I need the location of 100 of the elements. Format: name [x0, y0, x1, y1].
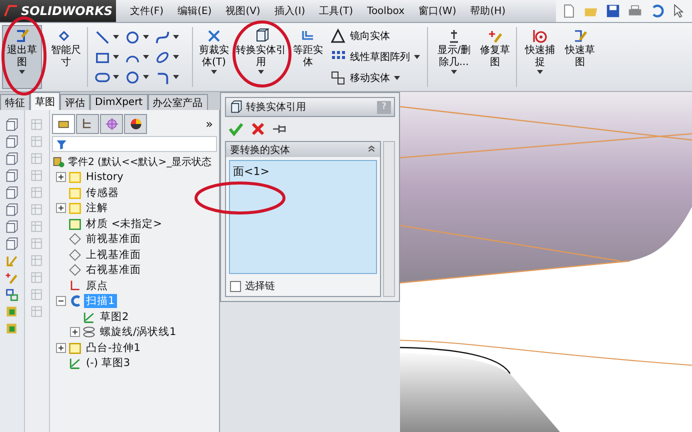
polygon-icon — [125, 70, 140, 84]
app-logo: SOLIDWORKS — [0, 0, 116, 22]
tree-item[interactable]: (-) 草图3 — [84, 356, 132, 370]
tree-item[interactable]: 上视基准面 — [84, 248, 143, 262]
caret-icon — [143, 75, 149, 79]
ribbon-button[interactable]: 快速捕捉 — [520, 25, 560, 89]
filter-icon — [56, 138, 67, 150]
caret-icon — [113, 55, 119, 59]
cube-icon — [5, 152, 19, 166]
collapse-toggle[interactable] — [56, 296, 66, 306]
expand-toggle[interactable] — [56, 342, 66, 353]
caret-icon — [173, 75, 179, 79]
tree-item[interactable]: 传感器 — [84, 186, 121, 200]
feature-tree-tab[interactable] — [52, 114, 75, 134]
faded-table-icon — [30, 203, 44, 217]
faded-table-icon — [30, 288, 44, 302]
caret-icon — [173, 55, 179, 59]
cube-icon — [5, 237, 19, 251]
menu-item[interactable]: 文件(F) — [124, 4, 170, 18]
plane-icon — [68, 263, 82, 278]
ribbon-button[interactable]: 修复草图 — [477, 25, 513, 89]
faded-table-icon — [30, 152, 44, 166]
caret-icon — [113, 35, 119, 39]
annotation-circle — [232, 20, 292, 88]
tree-item[interactable]: 前视基准面 — [84, 232, 143, 246]
tab[interactable]: 评估 — [60, 94, 90, 110]
tree-item[interactable]: 草图2 — [98, 310, 131, 324]
cube-icon — [5, 186, 19, 200]
ribbon-button[interactable]: 镜向实体 — [330, 28, 420, 44]
display-tab[interactable] — [124, 114, 147, 134]
selection-item[interactable]: 面<1> — [233, 164, 373, 179]
tab[interactable]: DimXpert — [90, 94, 148, 110]
menu-item[interactable]: 编辑(E) — [172, 4, 218, 18]
caret-icon — [143, 55, 149, 59]
selection-list[interactable]: 面<1> — [229, 160, 377, 274]
filter-field[interactable] — [52, 136, 217, 152]
caret-icon — [414, 54, 420, 59]
ribbon-button[interactable]: 等距实体 — [290, 25, 326, 89]
target-icon — [532, 28, 548, 44]
ribbon-button[interactable]: 移动实体 — [330, 70, 420, 86]
caret-icon — [394, 76, 400, 80]
property-tab[interactable] — [76, 114, 99, 134]
faded-table-icon — [30, 186, 44, 200]
ribbon-button[interactable]: 剪裁实体(T) — [196, 25, 232, 89]
expand-chevron[interactable]: » — [206, 117, 217, 131]
caret-icon — [451, 70, 457, 74]
block-icon — [5, 305, 19, 319]
ribbon-button[interactable]: 显示/删除几... — [431, 25, 477, 89]
caret-icon — [537, 70, 543, 74]
tree-item[interactable]: 凸台-拉伸1 — [84, 340, 142, 355]
tab[interactable]: 特征 — [0, 94, 30, 110]
cube-icon — [5, 118, 19, 132]
pencil-plus-icon — [487, 28, 503, 44]
tree-item[interactable]: 右视基准面 — [84, 263, 143, 278]
expand-toggle[interactable] — [56, 203, 66, 214]
checkmark-icon — [228, 121, 244, 137]
faded-table-icon — [30, 135, 44, 149]
move-icon — [330, 70, 346, 86]
tree-root[interactable]: 零件2 (默认<<默认>_显示状态 — [68, 154, 212, 169]
tree-item[interactable]: 注解 — [84, 201, 110, 216]
menu-item[interactable]: 工具(T) — [313, 4, 360, 18]
caret-icon — [173, 35, 179, 39]
spline-icon — [155, 30, 170, 44]
ribbon-button[interactable]: 转换实体引用 — [232, 25, 290, 89]
tree-item[interactable]: History — [84, 171, 126, 184]
cube-icon — [5, 135, 19, 149]
sensor-folder-icon — [68, 186, 82, 200]
caret-icon — [211, 70, 217, 74]
menu-item[interactable]: 插入(I) — [268, 4, 312, 18]
smart-dimension-button[interactable]: 智能尺寸 — [48, 25, 84, 89]
caret-icon — [19, 70, 25, 74]
crosshair-icon — [104, 117, 118, 131]
sketch-pencil-icon — [572, 28, 588, 44]
helix-icon — [82, 325, 96, 340]
scrollbar[interactable] — [383, 141, 395, 297]
tab[interactable]: 办公室产品 — [148, 94, 208, 110]
collapse-chevron-icon — [367, 144, 376, 152]
menu-item[interactable]: Toolbox — [361, 6, 411, 16]
ribbon-button[interactable]: 线性草图阵列 — [330, 48, 420, 65]
tree-item[interactable]: 螺旋线/涡状线1 — [98, 325, 178, 340]
expand-toggle[interactable] — [56, 172, 66, 182]
checkbox[interactable] — [230, 280, 241, 292]
tree-item[interactable]: 原点 — [84, 278, 110, 293]
tab[interactable]: 草图 — [30, 92, 60, 110]
ribbon-button[interactable]: 快速草图 — [560, 25, 600, 89]
expand-toggle[interactable] — [70, 327, 80, 338]
scissors-icon — [206, 28, 222, 44]
menu-item[interactable]: 视图(V) — [220, 4, 266, 18]
squares-icon — [5, 288, 19, 302]
sketch-icon — [68, 356, 82, 370]
pointer-icon — [672, 4, 686, 18]
config-tab[interactable] — [100, 114, 123, 134]
sweep-icon — [68, 294, 82, 308]
cube-icon — [5, 203, 19, 217]
faded-table-icon — [30, 254, 44, 268]
plane-icon — [68, 232, 82, 246]
ellipse-icon — [155, 50, 170, 64]
tree-item[interactable]: 材质 <未指定> — [84, 216, 164, 231]
menu-item[interactable]: 帮助(H) — [464, 4, 512, 18]
menu-item[interactable]: 窗口(W) — [412, 4, 462, 18]
